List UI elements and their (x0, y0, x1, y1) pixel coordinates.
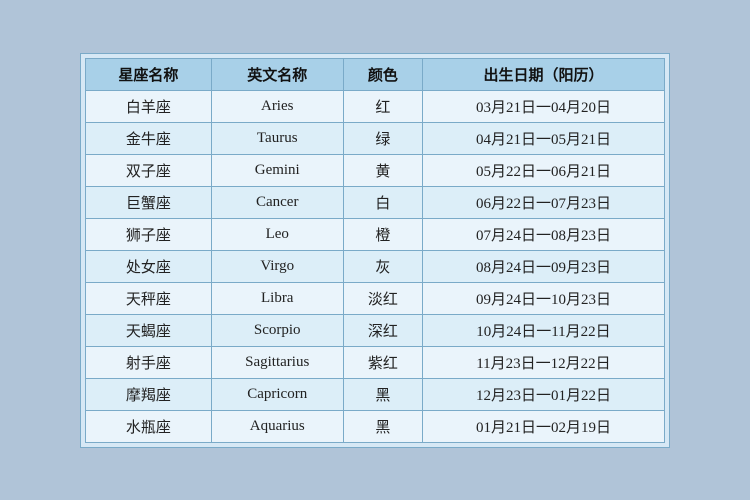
cell-english-name: Gemini (211, 154, 343, 186)
cell-color: 绿 (343, 122, 422, 154)
cell-color: 紫红 (343, 346, 422, 378)
cell-dates: 12月23日一01月22日 (422, 378, 664, 410)
cell-color: 红 (343, 90, 422, 122)
cell-english-name: Leo (211, 218, 343, 250)
table-row: 水瓶座Aquarius黑01月21日一02月19日 (86, 410, 665, 442)
cell-color: 黑 (343, 410, 422, 442)
cell-dates: 10月24日一11月22日 (422, 314, 664, 346)
cell-chinese-name: 巨蟹座 (86, 186, 212, 218)
cell-color: 黑 (343, 378, 422, 410)
header-color: 颜色 (343, 58, 422, 90)
cell-color: 白 (343, 186, 422, 218)
header-dates: 出生日期（阳历） (422, 58, 664, 90)
cell-english-name: Sagittarius (211, 346, 343, 378)
table-header-row: 星座名称 英文名称 颜色 出生日期（阳历） (86, 58, 665, 90)
header-chinese-name: 星座名称 (86, 58, 212, 90)
header-english-name: 英文名称 (211, 58, 343, 90)
cell-color: 深红 (343, 314, 422, 346)
cell-chinese-name: 射手座 (86, 346, 212, 378)
cell-english-name: Scorpio (211, 314, 343, 346)
cell-chinese-name: 摩羯座 (86, 378, 212, 410)
table-row: 双子座Gemini黄05月22日一06月21日 (86, 154, 665, 186)
cell-chinese-name: 处女座 (86, 250, 212, 282)
cell-english-name: Capricorn (211, 378, 343, 410)
cell-chinese-name: 水瓶座 (86, 410, 212, 442)
cell-dates: 08月24日一09月23日 (422, 250, 664, 282)
cell-dates: 04月21日一05月21日 (422, 122, 664, 154)
table-row: 巨蟹座Cancer白06月22日一07月23日 (86, 186, 665, 218)
table-row: 摩羯座Capricorn黑12月23日一01月22日 (86, 378, 665, 410)
cell-english-name: Aries (211, 90, 343, 122)
cell-english-name: Aquarius (211, 410, 343, 442)
cell-english-name: Virgo (211, 250, 343, 282)
cell-chinese-name: 金牛座 (86, 122, 212, 154)
cell-color: 淡红 (343, 282, 422, 314)
cell-english-name: Taurus (211, 122, 343, 154)
table-row: 狮子座Leo橙07月24日一08月23日 (86, 218, 665, 250)
cell-dates: 01月21日一02月19日 (422, 410, 664, 442)
table-row: 天秤座Libra淡红09月24日一10月23日 (86, 282, 665, 314)
table-row: 处女座Virgo灰08月24日一09月23日 (86, 250, 665, 282)
cell-color: 黄 (343, 154, 422, 186)
cell-chinese-name: 狮子座 (86, 218, 212, 250)
cell-color: 橙 (343, 218, 422, 250)
table-row: 天蝎座Scorpio深红10月24日一11月22日 (86, 314, 665, 346)
cell-color: 灰 (343, 250, 422, 282)
cell-chinese-name: 白羊座 (86, 90, 212, 122)
table-row: 金牛座Taurus绿04月21日一05月21日 (86, 122, 665, 154)
cell-dates: 05月22日一06月21日 (422, 154, 664, 186)
cell-english-name: Cancer (211, 186, 343, 218)
cell-dates: 06月22日一07月23日 (422, 186, 664, 218)
table-row: 白羊座Aries红03月21日一04月20日 (86, 90, 665, 122)
cell-dates: 07月24日一08月23日 (422, 218, 664, 250)
cell-dates: 03月21日一04月20日 (422, 90, 664, 122)
zodiac-table: 星座名称 英文名称 颜色 出生日期（阳历） 白羊座Aries红03月21日一04… (85, 58, 665, 443)
cell-chinese-name: 天蝎座 (86, 314, 212, 346)
cell-chinese-name: 双子座 (86, 154, 212, 186)
cell-english-name: Libra (211, 282, 343, 314)
cell-dates: 09月24日一10月23日 (422, 282, 664, 314)
zodiac-table-wrapper: 星座名称 英文名称 颜色 出生日期（阳历） 白羊座Aries红03月21日一04… (80, 53, 670, 448)
table-row: 射手座Sagittarius紫红11月23日一12月22日 (86, 346, 665, 378)
cell-chinese-name: 天秤座 (86, 282, 212, 314)
cell-dates: 11月23日一12月22日 (422, 346, 664, 378)
